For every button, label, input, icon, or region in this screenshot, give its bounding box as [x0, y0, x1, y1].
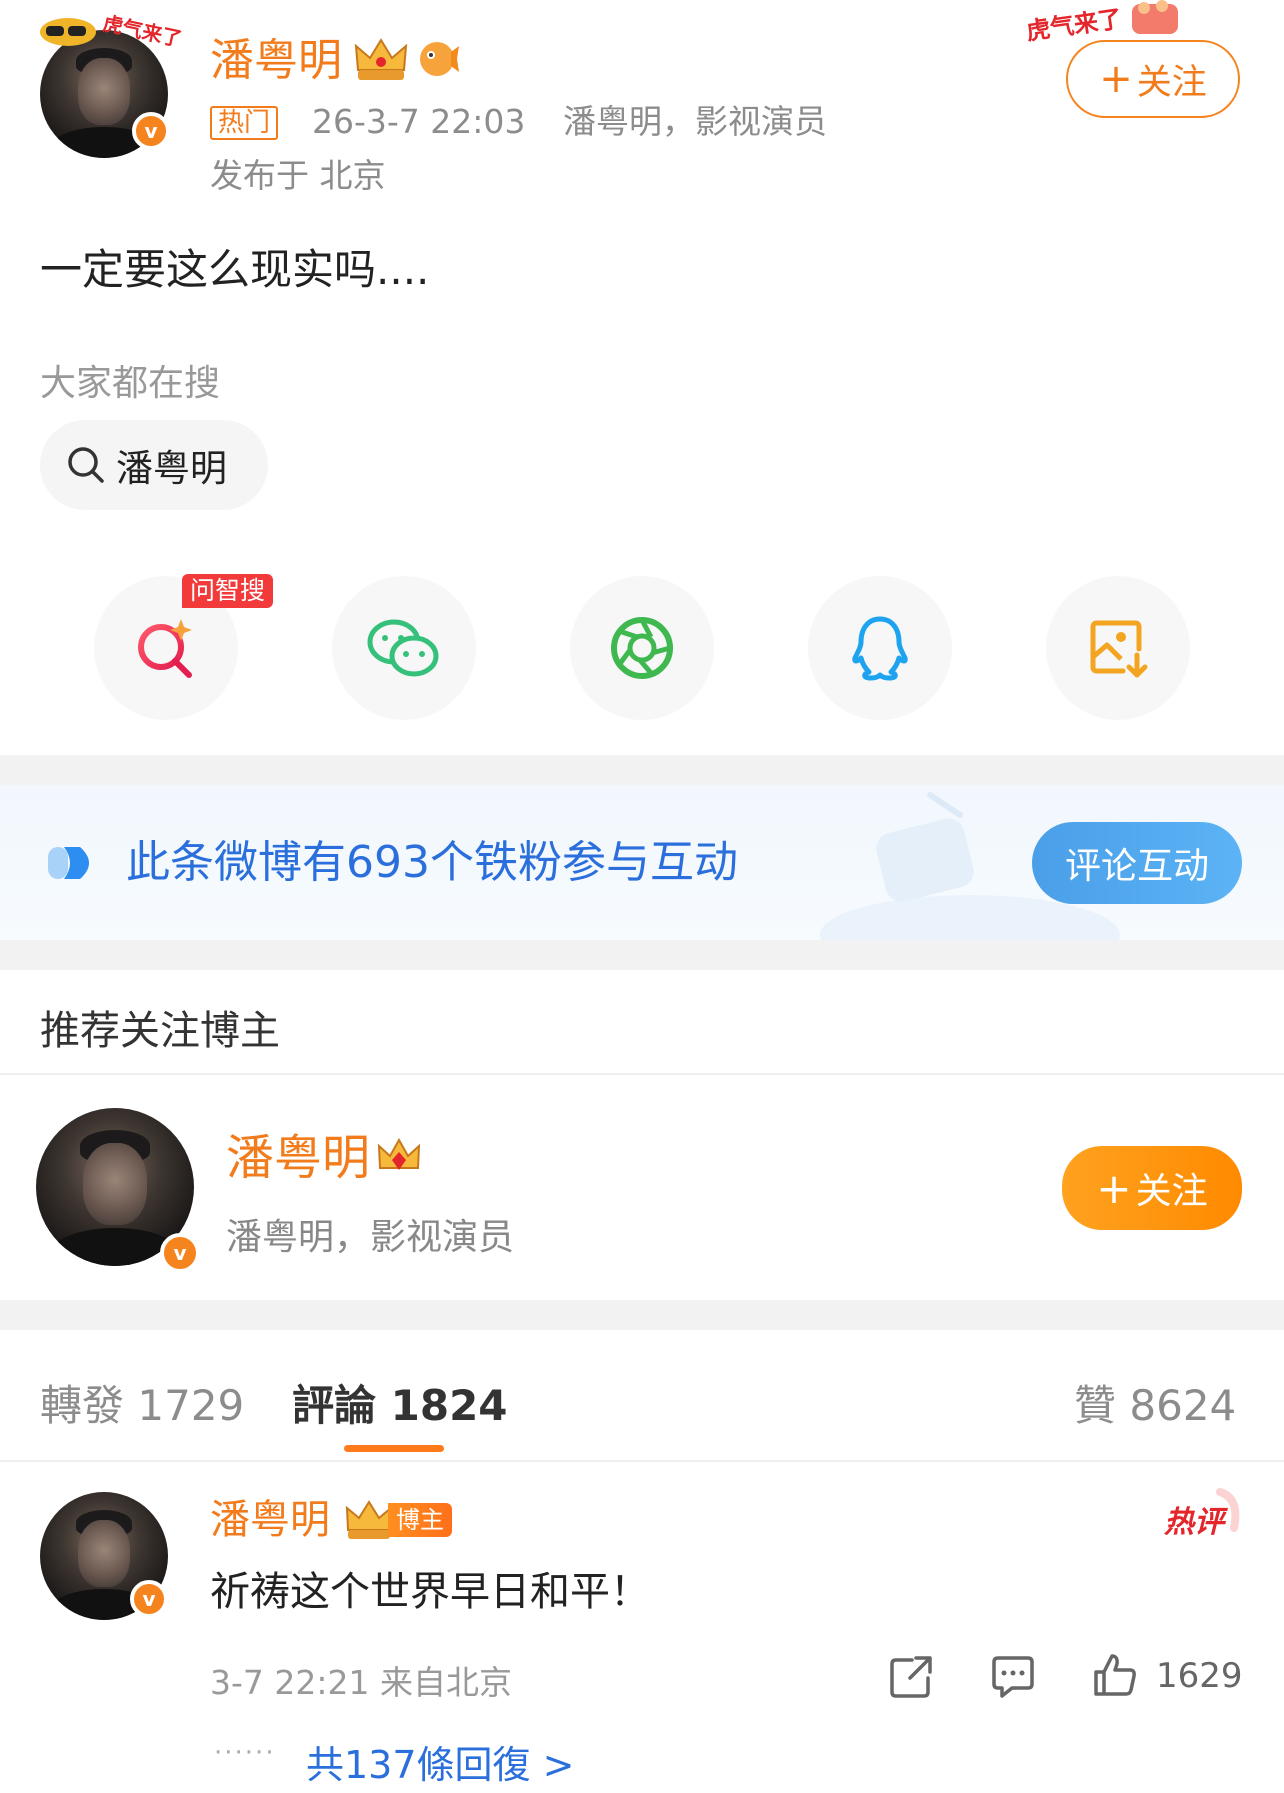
iron-fans-banner[interactable]: 此条微博有693个铁粉参与互动 评论互动	[0, 785, 1284, 940]
moments-icon	[611, 617, 673, 679]
tab-likes-count: 8624	[1129, 1381, 1237, 1430]
recommend-heading: 推荐关注博主	[40, 1008, 280, 1054]
search-icon	[68, 447, 104, 483]
share-moments[interactable]	[570, 576, 714, 720]
ai-search-badge: 问智搜	[182, 574, 274, 608]
plus-icon: +	[1096, 1163, 1132, 1213]
tab-reposts-label: 轉發	[40, 1381, 125, 1430]
comment-author-badge: 博主	[344, 1498, 452, 1542]
follow-label: 关注	[1136, 62, 1207, 103]
avatar-sticker: 虎气来了	[32, 2, 184, 58]
crown-icon	[376, 1136, 422, 1180]
share-qq[interactable]	[808, 576, 952, 720]
trending-chip[interactable]: 潘粤明	[40, 420, 268, 510]
view-replies-link[interactable]: 共137條回復 >	[306, 1734, 574, 1789]
recommend-description: 潘粤明，影视演员	[226, 1217, 515, 1258]
ai-search-icon	[138, 619, 192, 678]
verified-badge-icon: v	[132, 112, 170, 150]
tab-comments-label: 評論	[292, 1381, 377, 1430]
trending-heading: 大家都在搜	[40, 363, 221, 404]
hot-tag: 热门	[210, 106, 279, 140]
post-content: 一定要这么现实吗....	[40, 245, 430, 294]
comment-like-count: 1629	[1156, 1656, 1243, 1696]
share-icon[interactable]	[888, 1654, 934, 1700]
comment-meta: 3-7 22:21 来自北京	[210, 1663, 512, 1702]
save-image-icon	[1090, 620, 1148, 678]
trending-chip-label: 潘粤明	[116, 447, 227, 490]
follow-button[interactable]: + 关注	[1066, 40, 1240, 118]
hot-comment-text: 热评	[1163, 1505, 1229, 1540]
follow-label: 关注	[1135, 1171, 1208, 1212]
avatar-sticker-text: 虎气来了	[101, 11, 182, 51]
comment-author-name[interactable]: 潘粤明	[210, 1494, 330, 1546]
corner-sticker-text: 虎气来了	[1025, 5, 1124, 44]
tab-reposts[interactable]: 轉發 1729	[40, 1372, 244, 1433]
share-save-image[interactable]	[1046, 576, 1190, 720]
recommend-follow-button[interactable]: + 关注	[1062, 1146, 1242, 1230]
section-gap	[0, 755, 1284, 785]
tab-comments[interactable]: 評論 1824	[292, 1372, 508, 1433]
plus-icon: +	[1099, 56, 1133, 102]
like-icon[interactable]	[1092, 1652, 1138, 1698]
corner-sticker: 虎气来了	[1022, 0, 1192, 46]
verified-badge-icon: v	[160, 1233, 200, 1273]
fans-icon	[48, 847, 89, 879]
post-location: 发布于 北京	[210, 156, 386, 195]
author-badge-label: 博主	[388, 1503, 452, 1537]
tab-comments-count: 1824	[390, 1381, 508, 1430]
share-wechat[interactable]	[332, 576, 476, 720]
crown-icon	[345, 1500, 393, 1539]
section-gap	[0, 1300, 1284, 1330]
comment-icon[interactable]	[990, 1654, 1036, 1700]
tab-reposts-count: 1729	[137, 1381, 245, 1430]
comment-text: 祈祷这个世界早日和平！	[210, 1569, 650, 1615]
section-gap	[0, 940, 1284, 970]
recommend-name[interactable]: 潘粤明	[226, 1128, 370, 1188]
hot-comment-badge: 热评	[1160, 1488, 1244, 1544]
comment-interact-button[interactable]: 评论互动	[1032, 822, 1242, 904]
banner-text: 此条微博有693个铁粉参与互动	[126, 837, 738, 888]
reply-dots: ······	[214, 1738, 276, 1768]
divider	[0, 1073, 1284, 1075]
tab-likes-label: 贊	[1074, 1381, 1117, 1430]
author-description: 潘粤明，影视演员	[563, 102, 827, 141]
author-name[interactable]: 潘粤明	[210, 34, 342, 88]
pufferfish-icon	[415, 38, 461, 80]
qq-icon	[852, 616, 908, 681]
active-tab-indicator	[344, 1445, 444, 1452]
verified-badge-icon: v	[130, 1580, 168, 1618]
post-timestamp: 26-3-7 22:03	[312, 102, 526, 141]
crown-icon	[352, 36, 410, 84]
divider	[0, 1460, 1284, 1462]
tab-likes[interactable]: 贊 8624	[1074, 1372, 1236, 1433]
wechat-icon	[367, 619, 439, 677]
